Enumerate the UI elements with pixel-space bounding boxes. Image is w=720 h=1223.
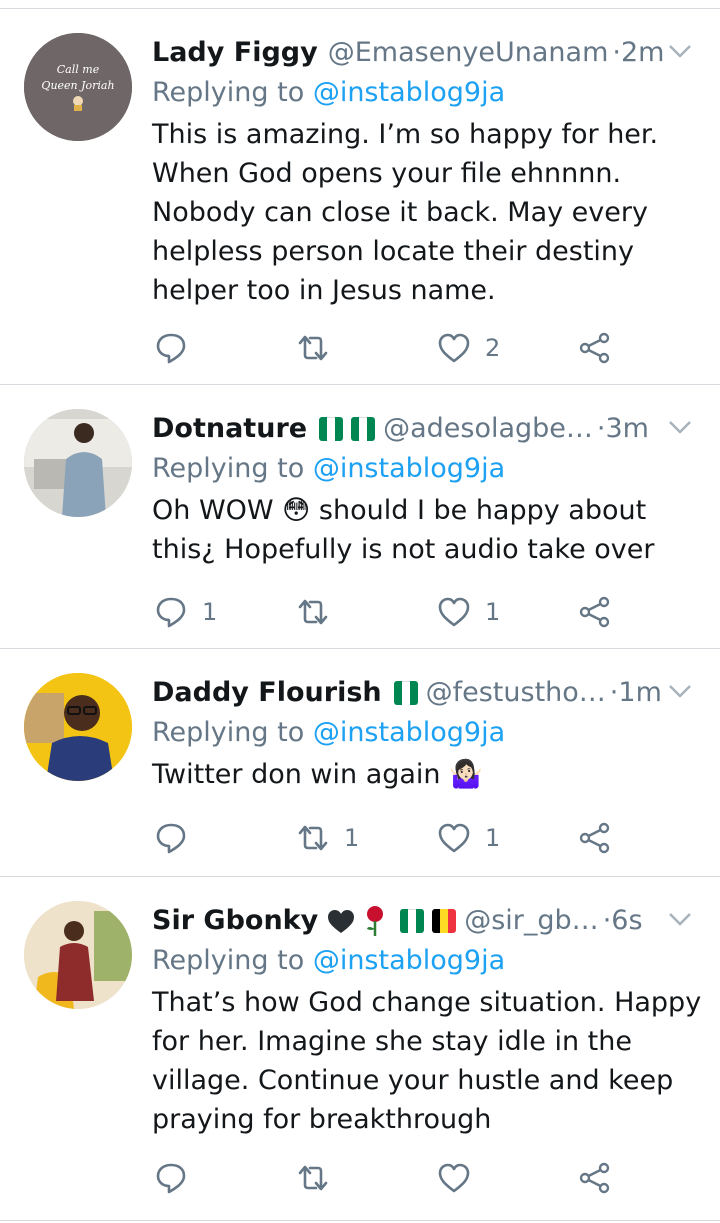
tweet-actions: 1 1 [0,821,720,861]
replying-label: Replying to [152,453,305,484]
heart-icon [438,333,470,363]
avatar-image [24,673,132,781]
tweet-header: Daddy Flourish @festustho… · 1m [152,673,702,713]
retweet-count: 1 [344,824,360,852]
timestamp: 6s [611,905,643,936]
reply-icon [156,597,186,628]
reply-icon [156,333,186,364]
tweet-3[interactable]: Daddy Flourish @festustho… · 1m Replying… [0,649,720,877]
user-handle[interactable]: @EmasenyeUnanam [328,33,609,73]
avatar[interactable]: Call me Queen Joriah [24,33,132,141]
tweet-text: Twitter don win again 🤷🏻‍♀️ [152,759,483,790]
reply-icon [156,1163,186,1194]
mention-link[interactable]: @instablog9ja [313,453,505,484]
heart-icon [438,823,470,853]
tweet-4[interactable]: Sir Gbonky @sir_gb… · 6s Replying to @in… [0,877,720,1221]
mention-link[interactable]: @instablog9ja [313,945,505,976]
svg-text:Queen Joriah: Queen Joriah [41,79,114,92]
nigeria-flag-icon [393,681,418,705]
like-count: 2 [485,334,501,362]
like-count: 1 [485,598,501,626]
retweet-button[interactable]: 1 [296,821,359,855]
share-icon [579,596,610,628]
like-button[interactable]: 1 [437,821,500,855]
user-handle[interactable]: @adesolagbe… [383,409,593,449]
like-button[interactable] [437,1161,485,1195]
replying-label: Replying to [152,717,305,748]
avatar[interactable] [24,673,132,781]
avatar-image [24,901,132,1009]
tweet-header: Sir Gbonky @sir_gb… · 6s [152,901,702,941]
share-button[interactable] [578,821,612,855]
display-name[interactable]: Daddy Flourish [152,673,382,713]
nigeria-flag-icon [400,909,425,933]
mention-link[interactable]: @instablog9ja [313,717,505,748]
share-button[interactable] [578,331,612,365]
tweet-text: This is amazing. I’m so happy for her. W… [152,119,659,306]
user-handle[interactable]: @festustho… [426,673,606,713]
reply-button[interactable] [154,821,202,855]
replying-to-line: Replying to @instablog9ja [152,73,702,113]
tweet-actions: 2 [0,331,720,371]
black-heart-icon [328,910,355,933]
chevron-down-icon[interactable] [668,419,692,435]
share-button[interactable] [578,595,612,629]
mention-link[interactable]: @instablog9ja [313,77,505,108]
reply-button[interactable] [154,331,202,365]
retweet-icon [298,1165,328,1191]
timestamp: 2m [620,37,665,68]
rose-icon [367,906,384,936]
tweet-actions: 1 1 [0,595,720,635]
avatar[interactable] [24,409,132,517]
retweet-icon [298,825,328,851]
retweet-icon [298,335,328,361]
replying-label: Replying to [152,945,305,976]
chevron-down-icon[interactable] [668,911,692,927]
display-name[interactable]: Lady Figgy [152,33,318,73]
nigeria-flag-icon [319,417,344,441]
retweet-icon [298,599,328,625]
replying-to-line: Replying to @instablog9ja [152,449,702,489]
reply-button[interactable]: 1 [154,595,217,629]
svg-text:Call me: Call me [57,63,100,76]
share-icon [579,822,610,854]
reply-button[interactable] [154,1161,202,1195]
like-button[interactable]: 2 [437,331,500,365]
belgium-flag-icon [432,909,457,933]
tweet-2[interactable]: Dotnature @adesolagbe… · 3m Replying to … [0,385,720,649]
share-icon [579,332,610,364]
replying-label: Replying to [152,77,305,108]
top-divider [0,0,720,9]
nigeria-flag-icon [351,417,376,441]
tweet-text: Oh WOW 😳 should I be happy about this¿ H… [152,495,655,565]
chevron-down-icon[interactable] [668,683,692,699]
heart-icon [438,1163,470,1193]
avatar[interactable] [24,901,132,1009]
heart-icon [438,597,470,627]
tweet-text: That’s how God change situation. Happy f… [152,987,702,1135]
reply-count: 1 [202,598,218,626]
like-button[interactable]: 1 [437,595,500,629]
share-button[interactable] [578,1161,612,1195]
tweet-1[interactable]: Call me Queen Joriah Lady Figgy @Emaseny… [0,9,720,385]
retweet-button[interactable] [296,1161,344,1195]
display-name[interactable]: Dotnature [152,409,307,449]
tweet-header: Lady Figgy @EmasenyeUnanam · 2m [152,33,702,73]
reply-icon [156,823,186,854]
timestamp: 3m [605,413,649,444]
retweet-button[interactable] [296,331,344,365]
like-count: 1 [485,824,501,852]
replying-to-line: Replying to @instablog9ja [152,941,702,981]
display-name[interactable]: Sir Gbonky [152,901,318,941]
tweet-actions [0,1161,720,1201]
avatar-image [24,409,132,517]
tweet-header: Dotnature @adesolagbe… · 3m [152,409,702,449]
timestamp: 1m [618,677,662,708]
user-handle[interactable]: @sir_gb… [464,901,598,941]
chevron-down-icon[interactable] [668,43,692,59]
retweet-button[interactable] [296,595,344,629]
share-icon [579,1162,610,1194]
replying-to-line: Replying to @instablog9ja [152,713,702,753]
avatar-image: Call me Queen Joriah [24,33,132,141]
